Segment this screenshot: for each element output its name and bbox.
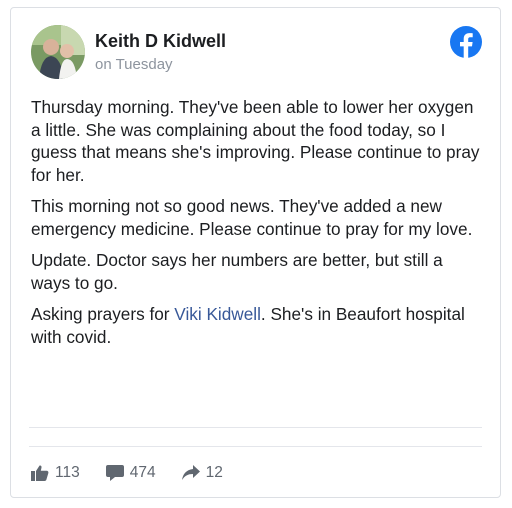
comment-bubble-icon xyxy=(105,465,124,481)
share-arrow-icon xyxy=(181,465,200,480)
divider xyxy=(29,427,482,428)
comment-count-value: 474 xyxy=(129,464,156,481)
avatar-photo xyxy=(31,25,85,79)
share-count-value: 12 xyxy=(205,464,223,481)
like-count[interactable]: 113 xyxy=(31,464,80,482)
facebook-logo-icon[interactable] xyxy=(450,26,482,58)
comment-count[interactable]: 474 xyxy=(105,464,156,482)
post-paragraph: This morning not so good news. They've a… xyxy=(31,196,473,239)
post-timestamp[interactable]: on Tuesday xyxy=(95,56,173,73)
author-name[interactable]: Keith D Kidwell xyxy=(95,31,226,52)
like-count-value: 113 xyxy=(55,464,80,481)
avatar[interactable] xyxy=(31,25,85,79)
post-paragraph: Update. Doctor says her numbers are bett… xyxy=(31,250,443,293)
post-body: Thursday morning. They've been able to l… xyxy=(31,96,481,357)
share-count[interactable]: 12 xyxy=(181,464,223,482)
facebook-post-card: Keith D Kidwell on Tuesday Thursday morn… xyxy=(10,7,501,498)
post-paragraph-mention: Asking prayers for Viki Kidwell. She's i… xyxy=(31,303,481,348)
mention-link[interactable]: Viki Kidwell xyxy=(174,304,261,324)
text-before-mention: Asking prayers for xyxy=(31,304,175,324)
engagement-bar: 113 474 12 xyxy=(31,464,249,482)
divider xyxy=(29,446,482,447)
thumbs-up-icon xyxy=(31,465,49,481)
post-paragraph: Thursday morning. They've been able to l… xyxy=(31,97,480,185)
